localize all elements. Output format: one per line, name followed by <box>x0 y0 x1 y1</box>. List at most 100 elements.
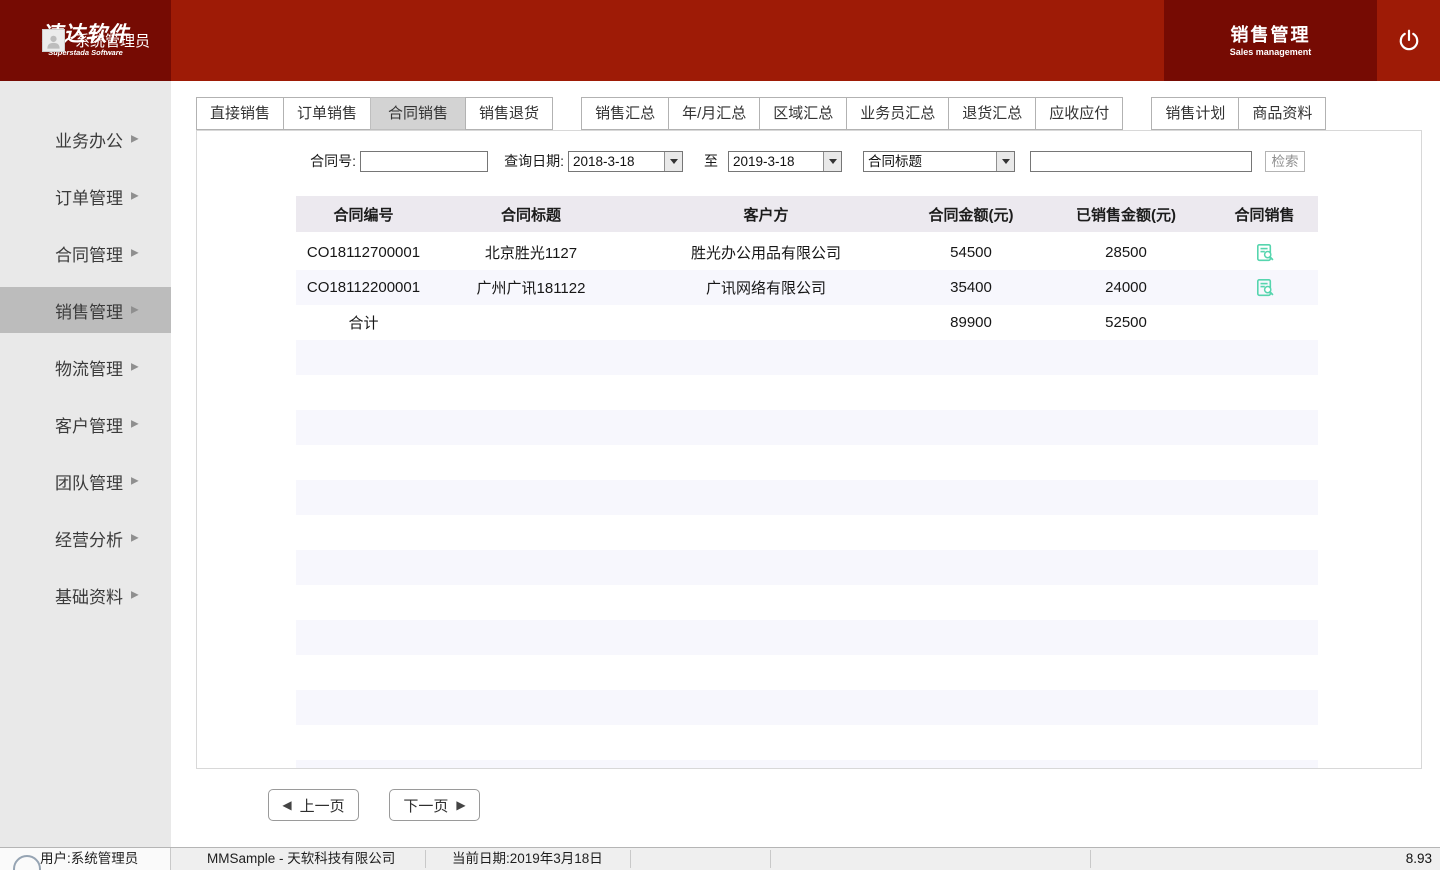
sidebar-item-2[interactable]: 合同管理▶ <box>0 230 171 276</box>
cell-contract-title: 广州广讯181122 <box>431 277 631 298</box>
tab-销售计划[interactable]: 销售计划 <box>1151 97 1239 130</box>
search-field-select[interactable]: 合同标题 <box>863 151 1015 172</box>
table-empty-row <box>296 655 1318 690</box>
cell-action <box>1211 277 1318 299</box>
tab-合同销售[interactable]: 合同销售 <box>370 97 466 130</box>
tab-group-0: 直接销售订单销售合同销售销售退货 <box>196 97 553 130</box>
cell-amount: 35400 <box>901 279 1041 296</box>
current-user: 系统管理员 <box>42 0 150 81</box>
table-empty-row <box>296 620 1318 655</box>
app-window: 速达软件 Superstada Software 系统管理员 销售管理 Sale… <box>0 0 1440 870</box>
sidebar-item-5[interactable]: 客户管理 ▶ <box>0 401 171 447</box>
contract-sale-doc-search-icon[interactable] <box>1254 277 1276 299</box>
sidebar-item-7[interactable]: 经营分析▶ <box>0 515 171 561</box>
prev-page-button[interactable]: ◀ 上一页 <box>268 789 359 821</box>
power-button[interactable] <box>1377 0 1440 81</box>
module-title-block: 销售管理 Sales management <box>1164 0 1377 81</box>
cell-amount: 54500 <box>901 244 1041 261</box>
sidebar-item-label: 团队管理 <box>55 469 123 494</box>
content-panel: 合同号: 查询日期: 2018-3-18 至 2019-3-18 合同标题 检索… <box>196 130 1422 769</box>
tab-商品资料[interactable]: 商品资料 <box>1238 97 1326 130</box>
chevron-right-icon: ▶ <box>131 248 139 259</box>
status-bar: 用户:系统管理员 MMSample - 天软科技有限公司 当前日期:2019年3… <box>0 847 1440 870</box>
table-body: CO18112700001北京胜光1127胜光办公用品有限公司545002850… <box>296 235 1318 769</box>
cell-sold: 24000 <box>1041 279 1211 296</box>
tab-group-1: 销售汇总年/月汇总区域汇总业务员汇总退货汇总应收应付 <box>581 97 1123 130</box>
tab-直接销售[interactable]: 直接销售 <box>196 97 284 130</box>
cell-customer: 广讯网络有限公司 <box>631 277 901 298</box>
tab-应收应付[interactable]: 应收应付 <box>1035 97 1123 130</box>
next-page-label: 下一页 <box>403 795 448 816</box>
cell-contract-no: CO18112200001 <box>296 279 431 296</box>
table-empty-row <box>296 515 1318 550</box>
main-content: 直接销售订单销售合同销售销售退货销售汇总年/月汇总区域汇总业务员汇总退货汇总应收… <box>171 81 1440 847</box>
arrow-right-icon: ▶ <box>456 799 465 811</box>
table-row[interactable]: CO18112200001广州广讯181122广讯网络有限公司354002400… <box>296 270 1318 305</box>
sidebar-item-1[interactable]: 订单管理 ▶ <box>0 173 171 219</box>
cell-amount: 89900 <box>901 314 1041 331</box>
chevron-right-icon: ▶ <box>131 362 139 373</box>
contract-no-label: 合同号: <box>297 151 356 172</box>
date-from-select[interactable]: 2018-3-18 <box>568 151 683 172</box>
sidebar-item-4[interactable]: 物流管理 ▶ <box>0 344 171 390</box>
tab-退货汇总[interactable]: 退货汇总 <box>948 97 1036 130</box>
sidebar-item-label: 客户管理 <box>55 412 123 437</box>
search-button[interactable]: 检索 <box>1265 151 1305 172</box>
tab-区域汇总[interactable]: 区域汇总 <box>759 97 847 130</box>
column-header-1: 合同标题 <box>431 204 631 225</box>
table-row[interactable]: CO18112700001北京胜光1127胜光办公用品有限公司545002850… <box>296 235 1318 270</box>
table-empty-row <box>296 410 1318 445</box>
cell-action <box>1211 242 1318 264</box>
sidebar-item-0[interactable]: 业务办公▶ <box>0 116 171 162</box>
cell-contract-title: 北京胜光1127 <box>431 242 631 263</box>
sidebar-item-6[interactable]: 团队管理 ▶ <box>0 458 171 504</box>
date-to-select[interactable]: 2019-3-18 <box>728 151 842 172</box>
next-page-button[interactable]: 下一页 ▶ <box>389 789 480 821</box>
dropdown-arrow-icon[interactable] <box>664 152 682 171</box>
tab-销售汇总[interactable]: 销售汇总 <box>581 97 669 130</box>
sidebar-item-label: 物流管理 <box>55 355 123 380</box>
tab-销售退货[interactable]: 销售退货 <box>465 97 553 130</box>
chevron-right-icon: ▶ <box>131 191 139 202</box>
top-bar: 速达软件 Superstada Software 系统管理员 销售管理 Sale… <box>0 0 1440 81</box>
user-avatar-icon <box>42 29 65 52</box>
tab-订单销售[interactable]: 订单销售 <box>283 97 371 130</box>
column-header-5: 合同销售 <box>1211 204 1318 225</box>
contract-no-input[interactable] <box>360 151 488 172</box>
contract-sale-doc-search-icon[interactable] <box>1254 242 1276 264</box>
dropdown-arrow-icon[interactable] <box>996 152 1014 171</box>
chevron-right-icon: ▶ <box>131 590 139 601</box>
sidebar-item-3[interactable]: 销售管理▶ <box>0 287 171 333</box>
cell-sold: 28500 <box>1041 244 1211 261</box>
table-empty-row <box>296 690 1318 725</box>
chevron-right-icon: ▶ <box>131 476 139 487</box>
tab-年/月汇总[interactable]: 年/月汇总 <box>668 97 760 130</box>
table-empty-row <box>296 550 1318 585</box>
chevron-right-icon: ▶ <box>131 533 139 544</box>
sidebar-item-8[interactable]: 基础资料 ▶ <box>0 572 171 618</box>
sidebar: 业务办公▶订单管理▶合同管理▶销售管理▶物流管理▶客户管理▶团队管理▶经营分析▶… <box>0 81 171 847</box>
status-separator <box>425 850 426 868</box>
sidebar-item-label: 订单管理 <box>55 184 123 209</box>
sidebar-item-label: 销售管理 <box>55 298 123 323</box>
chevron-right-icon: ▶ <box>131 134 139 145</box>
module-subtitle: Sales management <box>1230 47 1312 57</box>
tab-group-2: 销售计划商品资料 <box>1151 97 1326 130</box>
cell-contract-no: CO18112700001 <box>296 244 431 261</box>
module-title: 销售管理 <box>1231 25 1311 45</box>
column-header-4: 已销售金额(元) <box>1041 204 1211 225</box>
keyword-input[interactable] <box>1030 151 1252 172</box>
cell-sold: 52500 <box>1041 314 1211 331</box>
status-separator <box>1090 850 1091 868</box>
cell-customer: 胜光办公用品有限公司 <box>631 242 901 263</box>
column-header-3: 合同金额(元) <box>901 204 1041 225</box>
user-name: 系统管理员 <box>75 30 150 51</box>
status-version: 8.93 <box>1406 848 1432 870</box>
table-empty-row <box>296 340 1318 375</box>
tab-业务员汇总[interactable]: 业务员汇总 <box>846 97 949 130</box>
chevron-right-icon: ▶ <box>131 419 139 430</box>
prev-page-label: 上一页 <box>300 795 345 816</box>
status-date: 当前日期:2019年3月18日 <box>452 848 603 870</box>
sidebar-item-label: 基础资料 <box>55 583 123 608</box>
dropdown-arrow-icon[interactable] <box>823 152 841 171</box>
